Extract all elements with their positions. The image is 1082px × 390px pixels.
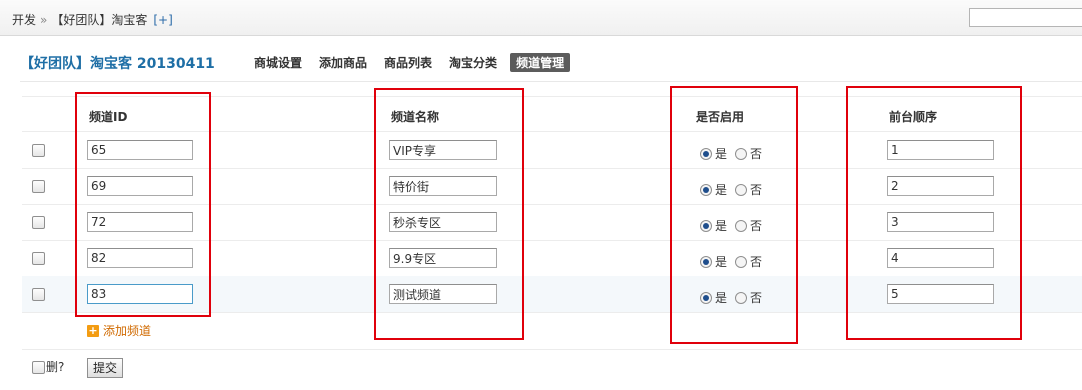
channel-id-field[interactable] bbox=[87, 176, 193, 196]
yes-label: 是 bbox=[715, 291, 728, 305]
enabled-radio-group: 是 否 bbox=[700, 145, 770, 162]
display-order-field[interactable] bbox=[887, 212, 994, 232]
add-channel-label: 添加频道 bbox=[103, 324, 152, 338]
channel-name-field[interactable] bbox=[389, 248, 497, 268]
enabled-radio-group: 是 否 bbox=[700, 181, 770, 198]
row-select-checkbox[interactable] bbox=[32, 252, 45, 265]
enabled-no-radio[interactable] bbox=[735, 147, 748, 160]
display-order-field[interactable] bbox=[887, 176, 994, 196]
enabled-no-radio[interactable] bbox=[735, 291, 748, 304]
yes-label: 是 bbox=[715, 147, 728, 161]
tab-channel-management[interactable]: 频道管理 bbox=[510, 53, 571, 72]
channel-name-field[interactable] bbox=[389, 176, 497, 196]
no-label: 否 bbox=[750, 219, 763, 233]
enabled-no-radio[interactable] bbox=[735, 219, 748, 232]
column-header-id: 频道ID bbox=[89, 110, 128, 124]
tab-taobao-category[interactable]: 淘宝分类 bbox=[449, 53, 497, 72]
no-label: 否 bbox=[750, 147, 763, 161]
column-header-enabled: 是否启用 bbox=[696, 110, 745, 124]
delete-label: 删? bbox=[46, 360, 65, 374]
row-divider bbox=[22, 204, 1082, 205]
footer-divider bbox=[22, 349, 1082, 350]
channel-name-field[interactable] bbox=[389, 284, 497, 304]
enabled-yes-radio[interactable] bbox=[700, 255, 712, 268]
add-shortcut-link[interactable]: [+] bbox=[153, 13, 172, 27]
channel-id-field[interactable] bbox=[87, 212, 193, 232]
row-divider bbox=[22, 131, 1082, 132]
row-divider bbox=[22, 96, 1082, 97]
tab-add-product[interactable]: 添加商品 bbox=[319, 53, 367, 72]
top-bar: 开发 » 【好团队】淘宝客 [+] bbox=[0, 0, 1082, 36]
tab-product-list[interactable]: 商品列表 bbox=[384, 53, 432, 72]
enabled-radio-group: 是 否 bbox=[700, 217, 770, 234]
enabled-no-radio[interactable] bbox=[735, 183, 748, 196]
row-select-checkbox[interactable] bbox=[32, 144, 45, 157]
row-divider bbox=[22, 312, 1082, 313]
channel-id-field[interactable] bbox=[87, 248, 193, 268]
yes-label: 是 bbox=[715, 255, 728, 269]
display-order-field[interactable] bbox=[887, 140, 994, 160]
enabled-radio-group: 是 否 bbox=[700, 289, 770, 306]
no-label: 否 bbox=[750, 291, 763, 305]
column-header-name: 频道名称 bbox=[391, 110, 440, 124]
tab-mall-settings[interactable]: 商城设置 bbox=[254, 53, 302, 72]
enabled-yes-radio[interactable] bbox=[700, 291, 712, 304]
delete-checkbox[interactable] bbox=[32, 361, 45, 374]
breadcrumb-current[interactable]: 【好团队】淘宝客 bbox=[51, 13, 147, 27]
nav-tabs: 商城设置 添加商品 商品列表 淘宝分类 频道管理 bbox=[254, 53, 587, 72]
channel-id-field[interactable] bbox=[87, 284, 193, 304]
row-select-checkbox[interactable] bbox=[32, 216, 45, 229]
add-channel-link[interactable]: + 添加频道 bbox=[87, 322, 151, 339]
yes-label: 是 bbox=[715, 219, 728, 233]
enabled-no-radio[interactable] bbox=[735, 255, 748, 268]
column-header-order: 前台顺序 bbox=[889, 110, 938, 124]
breadcrumb-separator: » bbox=[40, 13, 48, 27]
row-divider bbox=[22, 168, 1082, 169]
row-select-checkbox[interactable] bbox=[32, 180, 45, 193]
breadcrumb: 开发 » 【好团队】淘宝客 [+] bbox=[12, 11, 173, 28]
channel-name-field[interactable] bbox=[389, 212, 497, 232]
plus-icon: + bbox=[87, 323, 99, 337]
yes-label: 是 bbox=[715, 183, 728, 197]
submit-button[interactable]: 提交 bbox=[87, 358, 123, 378]
row-select-checkbox[interactable] bbox=[32, 288, 45, 301]
header-divider bbox=[20, 81, 1082, 82]
no-label: 否 bbox=[750, 183, 763, 197]
enabled-yes-radio[interactable] bbox=[700, 219, 712, 232]
display-order-field[interactable] bbox=[887, 248, 994, 268]
enabled-radio-group: 是 否 bbox=[700, 253, 770, 270]
search-input[interactable] bbox=[969, 8, 1082, 27]
page-title: 【好团队】淘宝客 20130411 bbox=[20, 56, 215, 72]
channel-name-field[interactable] bbox=[389, 140, 497, 160]
row-divider bbox=[22, 240, 1082, 241]
enabled-yes-radio[interactable] bbox=[700, 147, 712, 160]
no-label: 否 bbox=[750, 255, 763, 269]
display-order-field[interactable] bbox=[887, 284, 994, 304]
channel-id-field[interactable] bbox=[87, 140, 193, 160]
breadcrumb-root[interactable]: 开发 bbox=[12, 13, 36, 27]
enabled-yes-radio[interactable] bbox=[700, 183, 712, 196]
